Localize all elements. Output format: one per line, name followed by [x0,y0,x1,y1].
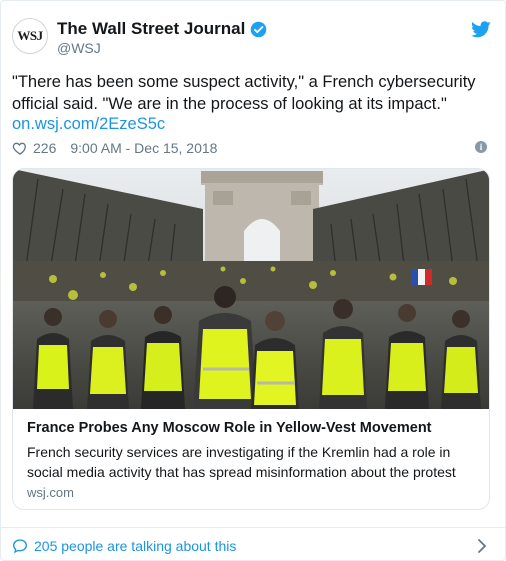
twitter-bird-icon[interactable] [471,21,491,38]
info-icon[interactable]: i [475,141,487,153]
embedded-tweet: WSJ The Wall Street Journal @WSJ "There … [0,0,506,561]
arc-de-triomphe [201,171,323,261]
verified-badge-icon [251,21,267,37]
french-flag [411,269,432,285]
conversation-link[interactable]: 205 people are talking about this [12,538,236,554]
divider [1,527,506,528]
speech-bubble-icon [12,539,28,554]
heart-icon[interactable] [12,140,28,156]
chevron-right-icon[interactable] [477,539,487,553]
card-domain: wsj.com [27,485,74,500]
card-title[interactable]: France Probes Any Moscow Role in Yellow-… [27,420,432,436]
tweet-timestamp[interactable]: 9:00 AM - Dec 15, 2018 [70,140,217,156]
avatar-logo-text: WSJ [17,28,43,43]
card-description: French security services are investigati… [27,444,456,480]
account-name-row[interactable]: The Wall Street Journal [57,19,267,39]
tweet-link[interactable]: on.wsj.com/2EzeS5c [12,115,165,134]
account-name[interactable]: The Wall Street Journal [57,19,245,39]
tweet-meta: 226 9:00 AM - Dec 15, 2018 [12,139,217,157]
avatar[interactable]: WSJ [12,18,48,54]
tweet-text: "There has been some suspect activity," … [12,73,476,113]
talking-count[interactable]: 205 people are talking about this [34,538,236,554]
account-handle[interactable]: @WSJ [57,40,101,56]
like-count[interactable]: 226 [33,140,56,156]
link-card[interactable]: France Probes Any Moscow Role in Yellow-… [12,168,490,510]
card-image[interactable] [13,169,490,409]
